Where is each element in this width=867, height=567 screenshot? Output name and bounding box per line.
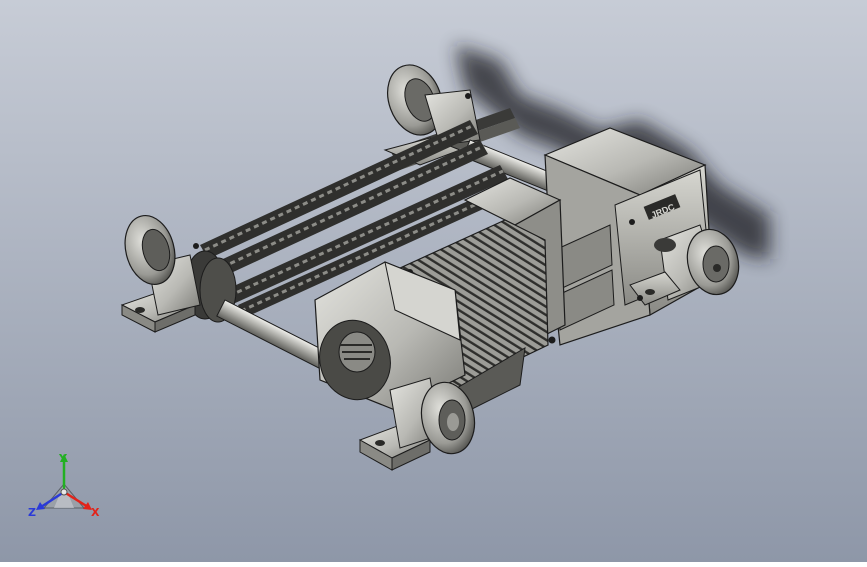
triad-z-label: Z [28, 506, 36, 519]
model-canvas[interactable]: JRDC Y X Z [0, 0, 867, 562]
cad-viewport[interactable]: JRDC Y X Z [0, 0, 867, 562]
triad-x-label: X [91, 506, 100, 519]
triad-y-label: Y [58, 452, 68, 465]
